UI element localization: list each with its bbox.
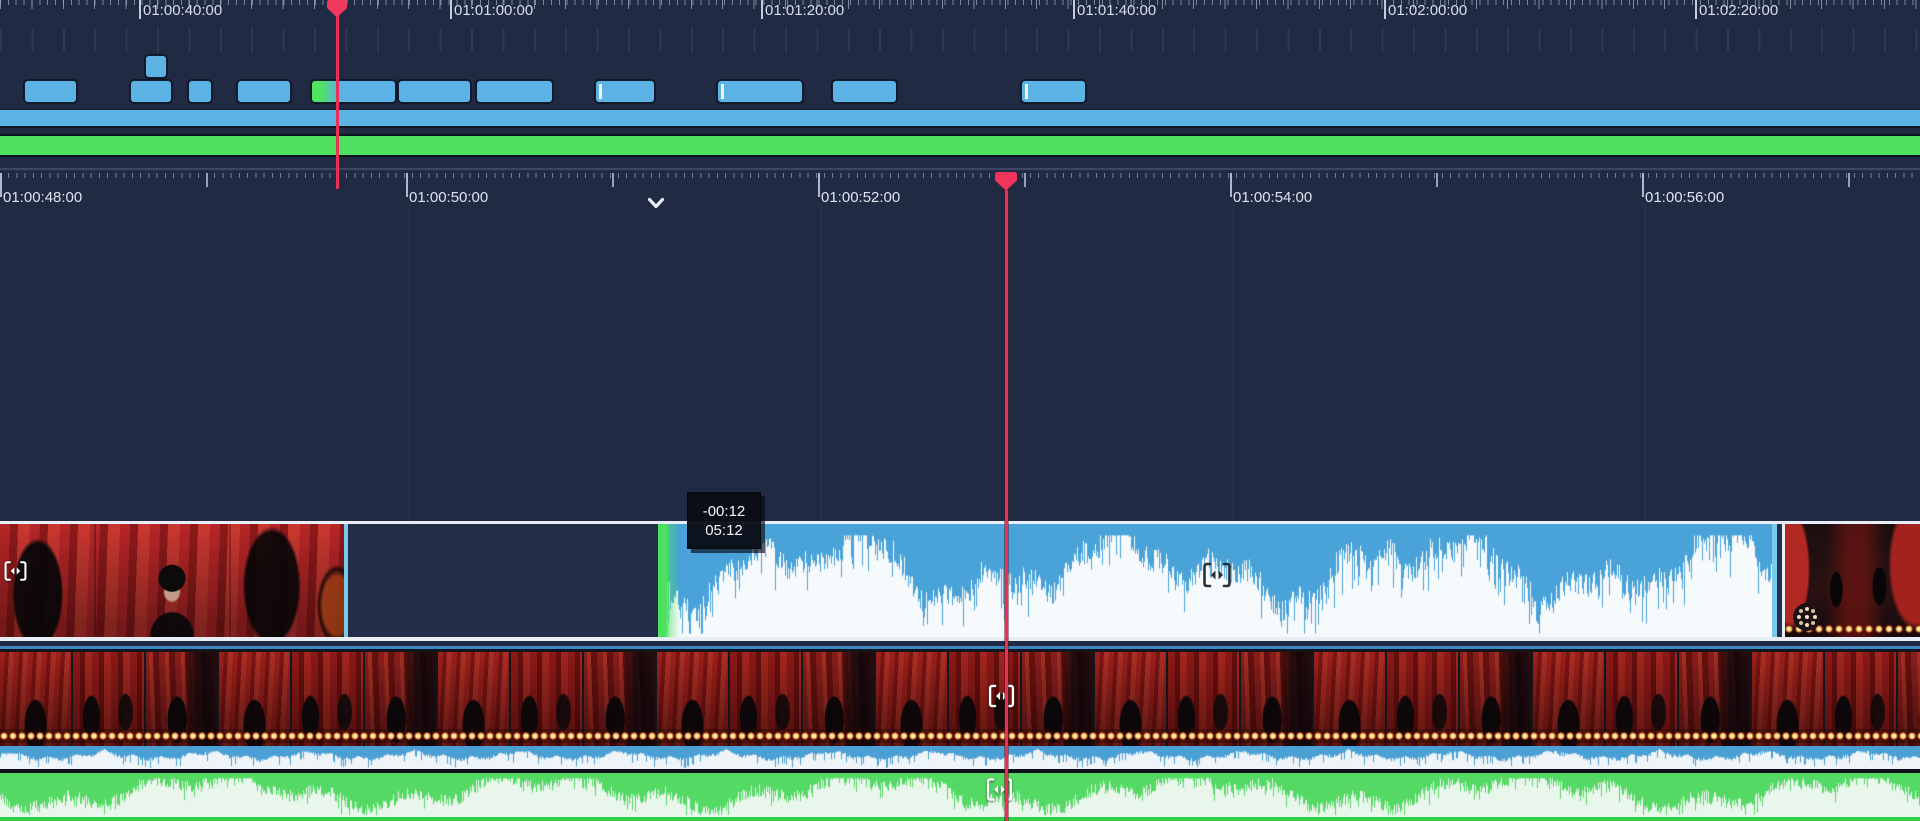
main-ruler-half-tick xyxy=(612,173,614,187)
overview-timecode-label: 01:01:20:00 xyxy=(765,2,844,19)
filmstrip-lights-strip xyxy=(0,729,1920,743)
trim-handle-audio-clip-icon[interactable] xyxy=(1200,561,1234,589)
playhead-line[interactable] xyxy=(1005,190,1008,821)
overview-timecode-label: 01:01:00:00 xyxy=(454,2,533,19)
main-ruler-tick xyxy=(818,173,820,197)
trim-handle-filmstrip-icon[interactable] xyxy=(986,682,1017,710)
main-timecode-label: 01:00:50:00 xyxy=(409,189,488,205)
overview-ruler-tick xyxy=(139,0,141,19)
chevron-down-icon[interactable] xyxy=(647,197,665,210)
gridline xyxy=(1233,204,1234,521)
clip-marker-flag xyxy=(599,84,602,99)
main-ruler-tick xyxy=(0,173,2,197)
gridline xyxy=(1645,204,1646,521)
trim-offset-value: -00:12 xyxy=(703,503,746,520)
audio-track-green[interactable] xyxy=(0,773,1920,817)
gridline xyxy=(821,204,822,521)
main-ruler-half-tick xyxy=(206,173,208,187)
main-timecode-label: 01:00:56:00 xyxy=(1645,189,1724,205)
overview-clip[interactable] xyxy=(24,80,77,103)
overview-ruler-tick xyxy=(1384,0,1386,19)
green-audio-waveform xyxy=(0,773,1920,817)
main-timecode-label: 01:00:52:00 xyxy=(821,189,900,205)
overview-ruler-tick xyxy=(1695,0,1697,19)
overview-clip-upper-track[interactable] xyxy=(145,55,167,78)
main-ruler-tick xyxy=(406,173,408,197)
main-ruler-tick xyxy=(1230,173,1232,197)
main-timecode-label: 01:00:48:00 xyxy=(3,189,82,205)
gridline xyxy=(409,204,410,521)
clip-marker-flag xyxy=(721,84,724,99)
track-border-top xyxy=(0,521,1920,524)
overview-secondary-ticks xyxy=(0,28,1920,52)
overview-clip[interactable] xyxy=(130,80,172,103)
trim-duration-value: 05:12 xyxy=(705,522,743,539)
overview-playhead-line[interactable] xyxy=(336,12,339,189)
audio-clip-fade-in-head xyxy=(658,524,680,637)
trim-handle-video-left-clip-icon[interactable] xyxy=(2,556,29,586)
video-clip-left[interactable] xyxy=(0,524,344,637)
video-track-2-filmstrip[interactable] xyxy=(0,646,1920,769)
playhead-pin[interactable] xyxy=(995,172,1017,196)
timeline-panel: 01:00:40:00 01:01:00:00 01:01:20:00 01:01:4… xyxy=(0,0,1920,821)
overview-clip[interactable] xyxy=(398,80,471,103)
overview-ruler-tick xyxy=(1073,0,1075,19)
overview-clip[interactable] xyxy=(237,80,291,103)
overview-video-track-bar[interactable] xyxy=(0,108,1920,128)
overview-timecode-label: 01:02:00:00 xyxy=(1388,2,1467,19)
main-ruler-tick xyxy=(1642,173,1644,197)
overview-clip[interactable] xyxy=(476,80,553,103)
trim-handle-audio-track-icon[interactable] xyxy=(984,776,1015,803)
overview-ruler-ticks-medium xyxy=(0,0,1920,9)
overview-timecode-label: 01:02:20:00 xyxy=(1699,2,1778,19)
overview-clip[interactable] xyxy=(1021,80,1086,103)
overview-clip[interactable] xyxy=(188,80,212,103)
video-track-1 xyxy=(0,521,1920,641)
overview-clip[interactable] xyxy=(832,80,897,103)
overview-clip[interactable] xyxy=(311,80,396,103)
overview-clip[interactable] xyxy=(595,80,655,103)
overview-audio-track-bar[interactable] xyxy=(0,134,1920,157)
main-timeline-ruler[interactable]: 01:00:48:00 01:00:50:00 01:00:52:00 01:00:5… xyxy=(0,168,1920,204)
overview-clip[interactable] xyxy=(717,80,803,103)
audio-clip-out-edge[interactable] xyxy=(1772,524,1777,637)
overview-ruler-tick xyxy=(761,0,763,19)
stage-light-wheel xyxy=(1793,603,1821,631)
clip-marker-flag xyxy=(1025,84,1028,99)
trim-tooltip: -00:12 05:12 xyxy=(687,492,761,549)
main-ruler-half-tick xyxy=(1848,173,1850,187)
main-ruler-half-tick xyxy=(1436,173,1438,187)
main-timecode-label: 01:00:54:00 xyxy=(1233,189,1312,205)
overview-timecode-label: 01:01:40:00 xyxy=(1077,2,1156,19)
overview-ruler[interactable] xyxy=(0,0,1920,26)
next-track-edge xyxy=(0,817,1920,821)
video-clip-left-out-edge[interactable] xyxy=(344,524,348,637)
main-ruler-half-tick xyxy=(1024,173,1026,187)
overview-playhead-pin[interactable] xyxy=(327,0,347,23)
video-clip-right[interactable] xyxy=(1782,524,1920,637)
main-ruler-ticks xyxy=(0,173,1920,178)
overview-ruler-tick xyxy=(450,0,452,19)
track-border-bottom xyxy=(0,637,1920,641)
overview-timecode-label: 01:00:40:00 xyxy=(143,2,222,19)
